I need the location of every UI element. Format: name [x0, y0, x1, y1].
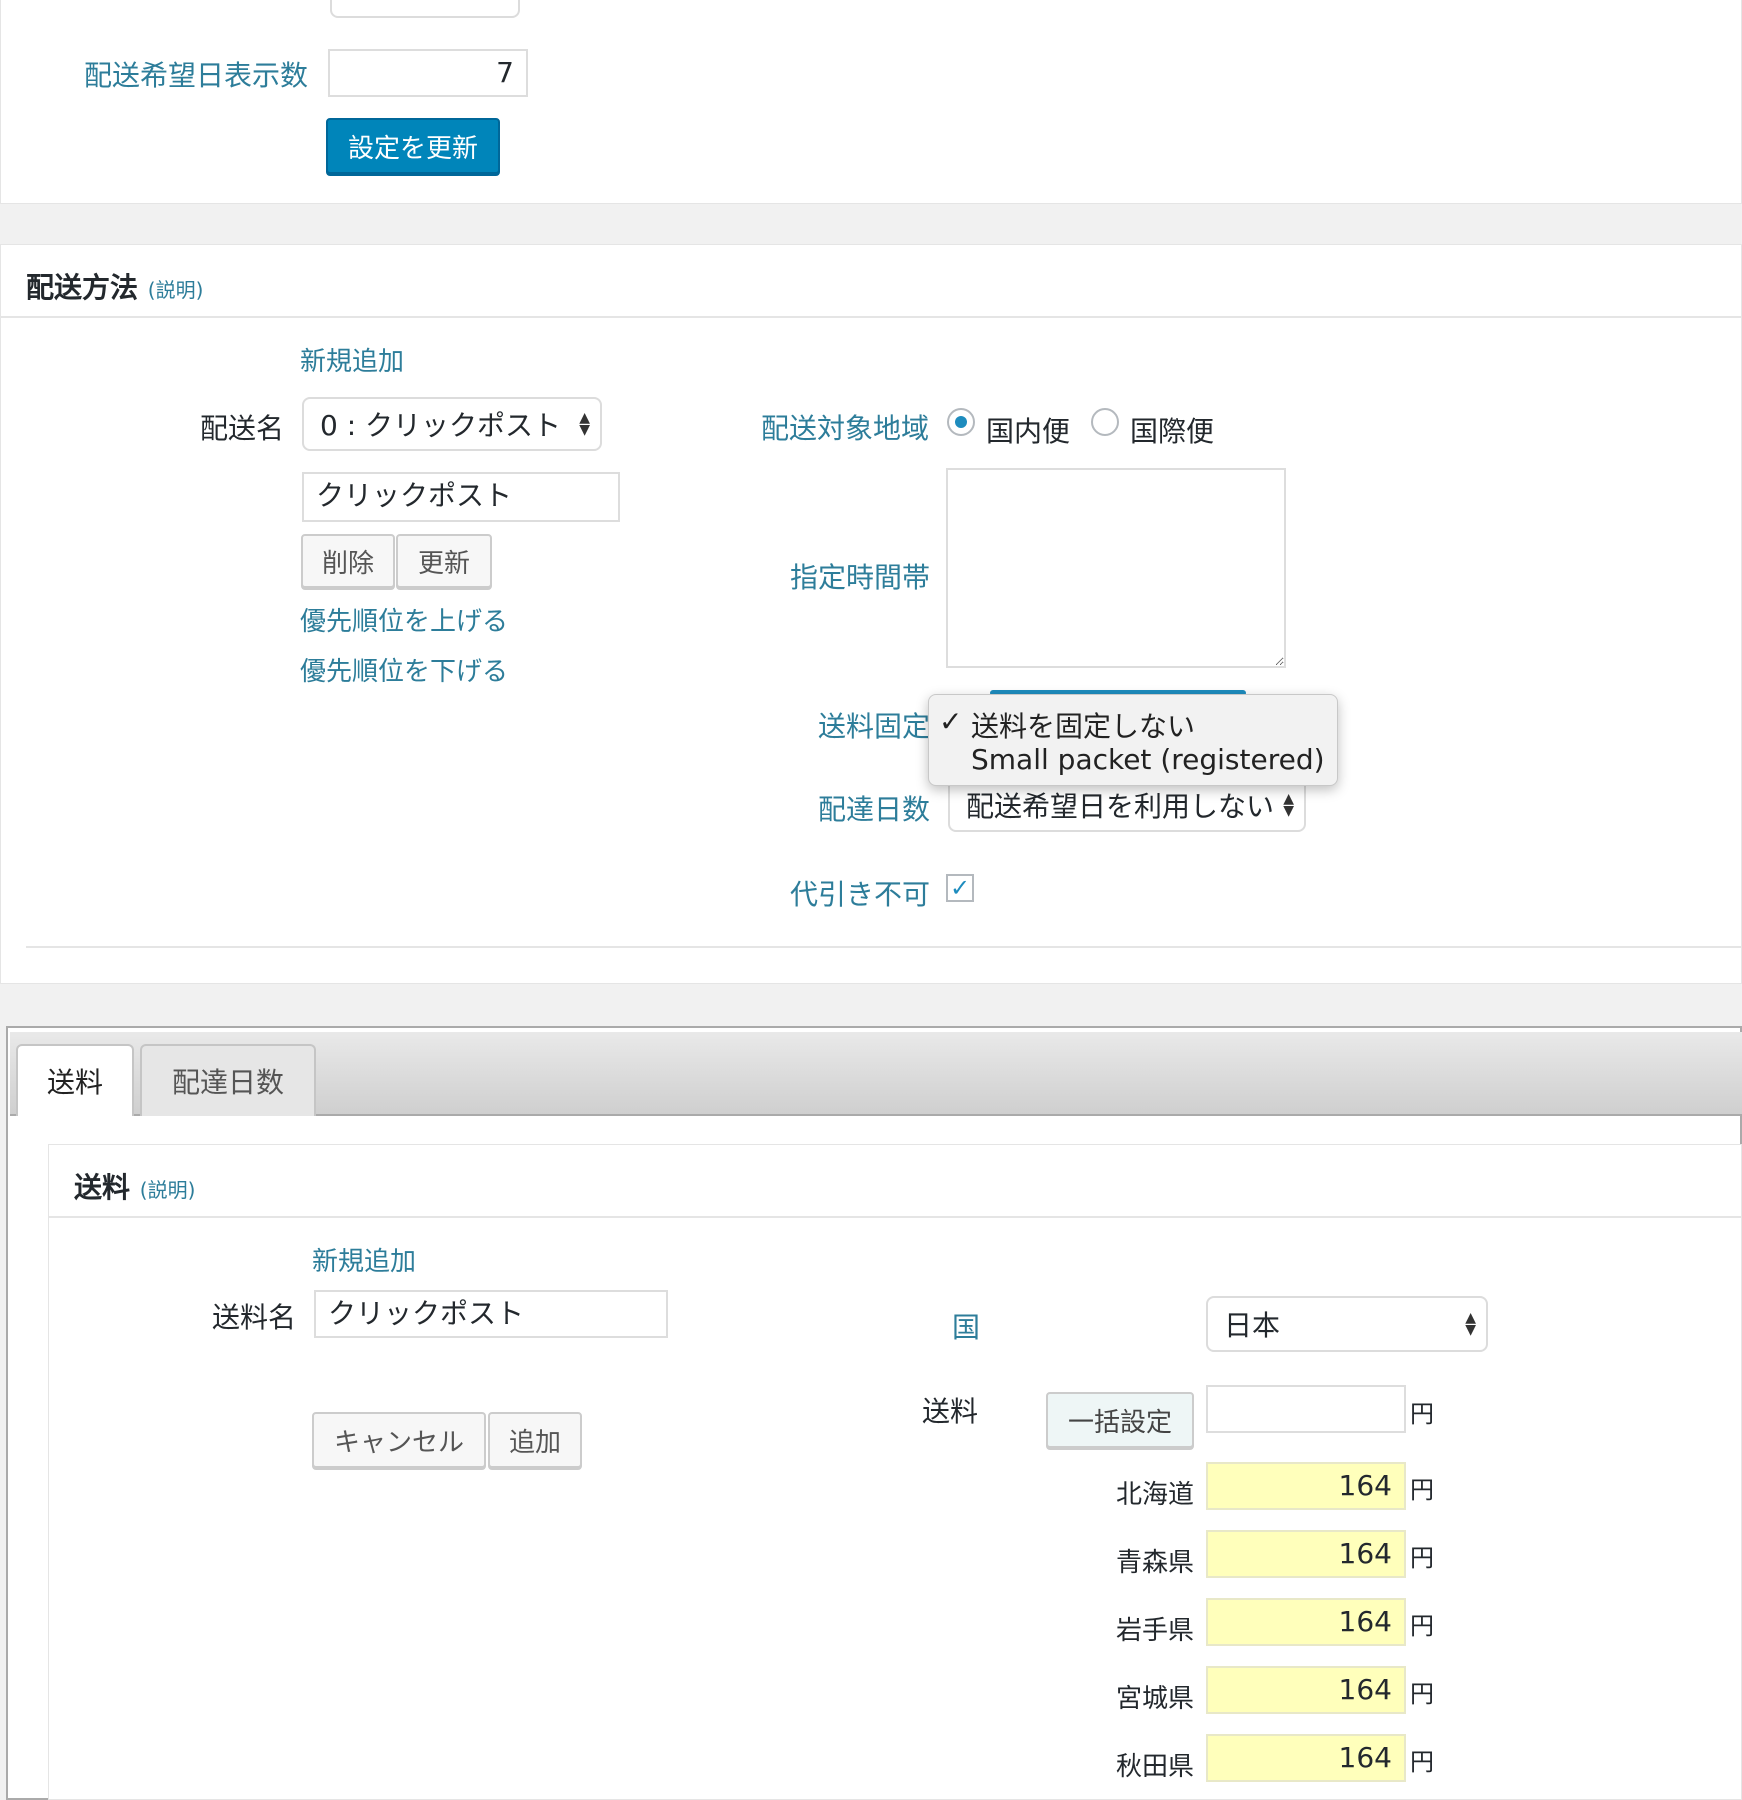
delivery-days-label: 配達日数 [818, 793, 931, 826]
cod-unavailable-label: 代引き不可 [790, 878, 931, 911]
pref-label-1: 青森県 [1115, 1548, 1194, 1578]
bulk-set-button[interactable]: 一括設定 [1046, 1392, 1194, 1448]
pref-label-3: 宮城県 [1115, 1684, 1194, 1714]
fee-add-button[interactable]: 追加 [488, 1412, 582, 1468]
country-label: 国 [952, 1311, 981, 1344]
delete-shipping-button[interactable]: 削除 [301, 534, 395, 588]
dropdown-option-small-packet[interactable]: Small packet (registered) [971, 743, 1325, 776]
shipping-method-header-divider [0, 316, 1742, 318]
time-slot-label: 指定時間帯 [790, 561, 931, 594]
pref-label-0: 北海道 [1115, 1480, 1194, 1510]
select-arrows-icon: ▲ ▼ [1283, 791, 1294, 819]
shipping-method-title-text: 配送方法 [26, 271, 139, 304]
bulk-fee-input[interactable] [1206, 1385, 1406, 1433]
fixed-fee-dropdown[interactable]: ✓ 送料を固定しない Small packet (registered) [928, 694, 1338, 786]
delivery-days-count-label: 配送希望日表示数 [84, 59, 309, 92]
pref-yen-3: 円 [1410, 1680, 1434, 1708]
shipping-name-input[interactable]: クリックポスト [302, 472, 620, 522]
pref-fee-input-3[interactable]: 164 [1206, 1666, 1406, 1714]
shipping-method-bottom-divider [26, 946, 1742, 948]
fixed-fee-label: 送料固定 [818, 710, 931, 743]
fee-section-title-text: 送料 [74, 1171, 131, 1204]
region-label: 配送対象地域 [761, 412, 930, 445]
select-arrows-icon: ▲ ▼ [579, 410, 590, 438]
time-slot-textarea[interactable] [946, 468, 1286, 668]
pref-fee-input-4[interactable]: 164 [1206, 1734, 1406, 1782]
radio-international[interactable] [1091, 408, 1119, 436]
pref-yen-2: 円 [1410, 1612, 1434, 1640]
dropdown-option-no-fixed[interactable]: 送料を固定しない [971, 705, 1195, 745]
shipping-name-label: 配送名 [200, 412, 285, 445]
tab-delivery-days[interactable]: 配達日数 [140, 1044, 316, 1116]
priority-down-link[interactable]: 優先順位を下げる [300, 651, 508, 688]
country-select-value: 日本 [1224, 1309, 1281, 1342]
shipping-name-select[interactable]: 0 : クリックポスト ▲ ▼ [302, 397, 602, 451]
shipping-name-select-value: 0 : クリックポスト [320, 409, 562, 442]
pref-fee-input-0[interactable]: 164 [1206, 1462, 1406, 1510]
fee-name-input[interactable]: クリックポスト [314, 1290, 668, 1338]
select-arrows-icon: ▲ ▼ [1465, 1310, 1476, 1338]
pref-yen-4: 円 [1410, 1748, 1434, 1776]
fee-add-new-link[interactable]: 新規追加 [312, 1241, 416, 1278]
delivery-days-select[interactable]: 配送希望日を利用しない ▲ ▼ [948, 778, 1306, 832]
fee-label: 送料 [922, 1395, 979, 1428]
bulk-fee-yen: 円 [1410, 1400, 1434, 1428]
shipping-method-title: 配送方法 (説明) [26, 266, 203, 306]
fee-cancel-button[interactable]: キャンセル [312, 1412, 486, 1468]
cod-unavailable-checkbox[interactable]: ✓ [946, 874, 974, 902]
radio-international-label: 国際便 [1130, 415, 1215, 448]
fee-section-panel [48, 1144, 1742, 1800]
shipping-method-help-link[interactable]: (説明) [148, 278, 204, 302]
fee-section-header-divider [48, 1216, 1742, 1218]
pref-yen-1: 円 [1410, 1544, 1434, 1572]
pref-label-4: 秋田県 [1115, 1752, 1194, 1782]
country-select[interactable]: 日本 ▲ ▼ [1206, 1296, 1488, 1352]
tab-fee[interactable]: 送料 [16, 1044, 134, 1116]
delivery-days-count-input[interactable]: 7 [328, 49, 528, 97]
pref-yen-0: 円 [1410, 1476, 1434, 1504]
update-shipping-button[interactable]: 更新 [396, 534, 492, 588]
fee-name-label: 送料名 [212, 1301, 297, 1334]
radio-domestic-label: 国内便 [986, 415, 1071, 448]
delivery-days-select-value: 配送希望日を利用しない [966, 790, 1275, 823]
partial-select-top[interactable] [330, 0, 520, 18]
pref-fee-input-2[interactable]: 164 [1206, 1598, 1406, 1646]
settings-panel [0, 0, 1742, 204]
shipping-add-new-link[interactable]: 新規追加 [300, 341, 404, 378]
update-settings-button[interactable]: 設定を更新 [326, 118, 500, 174]
radio-domestic[interactable] [947, 408, 975, 436]
fee-section-help-link[interactable]: (説明) [140, 1178, 196, 1202]
pref-fee-input-1[interactable]: 164 [1206, 1530, 1406, 1578]
fee-section-title: 送料 (説明) [74, 1166, 195, 1206]
dropdown-check-icon: ✓ [939, 705, 963, 738]
priority-up-link[interactable]: 優先順位を上げる [300, 601, 508, 638]
pref-label-2: 岩手県 [1115, 1616, 1194, 1646]
